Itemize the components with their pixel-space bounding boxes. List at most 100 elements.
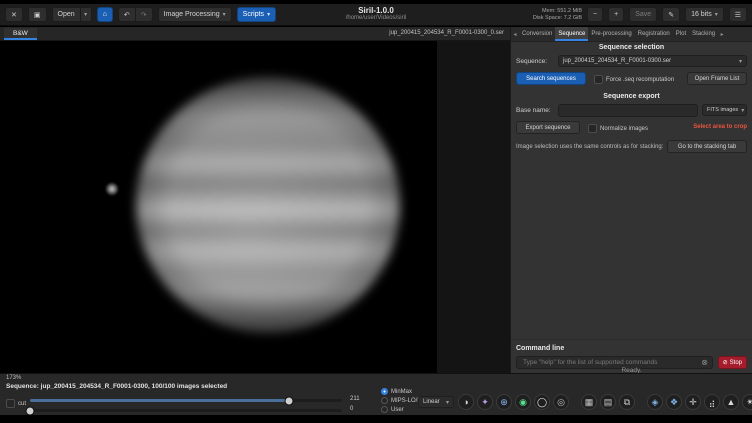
open-menu-button[interactable]: ▾ xyxy=(81,7,92,22)
table-icon[interactable]: ▤ xyxy=(600,394,616,410)
zoom-out-icon: − xyxy=(593,11,597,18)
chevron-down-icon: ▾ xyxy=(84,11,87,18)
redo-icon: ↷ xyxy=(141,11,147,19)
crop-hint-text: Select area to crop xyxy=(693,124,747,130)
export-format-dropdown[interactable]: FITS images ▾ xyxy=(702,104,747,116)
tab-registration[interactable]: Registration xyxy=(635,27,673,41)
snapshot-icon[interactable]: ◎ xyxy=(553,394,569,410)
zoom-out-button[interactable]: − xyxy=(587,7,603,22)
quick-tools-toolbar: ◑ ✦ ⊕ ◉ ◯ ◎ xyxy=(458,394,752,410)
open-frame-list-button[interactable]: Open Frame List xyxy=(687,72,747,85)
display-mode-user[interactable]: User xyxy=(381,406,423,413)
contrast-icon[interactable]: ◑ xyxy=(458,394,474,410)
window-mode-button[interactable]: ▣ xyxy=(28,7,47,22)
undo-icon: ↶ xyxy=(124,11,130,19)
home-icon: ⌂ xyxy=(103,11,107,18)
chevron-down-icon: ▾ xyxy=(443,399,449,406)
command-line-header: Command line xyxy=(516,345,752,352)
image-viewport[interactable] xyxy=(0,41,510,373)
record-icon[interactable]: ◉ xyxy=(515,394,531,410)
zoom-in-button[interactable]: + xyxy=(608,7,624,22)
display-mode-minmax[interactable]: MinMax xyxy=(381,388,423,395)
home-button[interactable]: ⌂ xyxy=(97,7,113,22)
chevron-down-icon: ▾ xyxy=(715,11,718,18)
clear-icon[interactable]: ⊗ xyxy=(701,358,708,367)
base-name-entry[interactable] xyxy=(558,104,698,117)
jupiter-image xyxy=(136,77,400,333)
moon-spot xyxy=(106,183,118,195)
display-mode-group: MinMax MIPS-LO/HI User xyxy=(381,388,423,413)
redo-button[interactable]: ↷ xyxy=(136,7,153,22)
mountain-icon[interactable]: ▲ xyxy=(723,394,739,410)
save-as-icon: ✎ xyxy=(668,11,674,19)
lo-threshold-slider[interactable] xyxy=(30,409,342,412)
radio-icon xyxy=(381,406,388,413)
layers-icon[interactable]: ❖ xyxy=(666,394,682,410)
checkbox-icon xyxy=(588,124,597,133)
aperture-icon[interactable]: ✴ xyxy=(742,394,752,410)
base-name-input[interactable] xyxy=(563,106,693,115)
sequence-export-header: Sequence export xyxy=(511,93,752,100)
menu-button[interactable]: ☰ xyxy=(729,7,747,22)
circle-icon[interactable]: ◯ xyxy=(534,394,550,410)
tab-conversion[interactable]: Conversion xyxy=(519,27,555,41)
zoom-level: 173% xyxy=(6,375,21,381)
radio-icon xyxy=(381,388,388,395)
checkbox-icon xyxy=(6,399,15,408)
save-as-button[interactable]: ✎ xyxy=(662,7,680,22)
sequence-label: Sequence: xyxy=(516,58,547,65)
search-sequences-button[interactable]: Search sequences xyxy=(516,72,586,85)
sequence-selection-header: Sequence selection xyxy=(511,44,752,51)
app-title: Siril-1.0.0 xyxy=(346,6,407,15)
tab-stacking[interactable]: Stacking xyxy=(689,27,718,41)
siril-window: ✕ ▣ Open ▾ ⌂ ↶ ↷ Image Processing ▾ Scri… xyxy=(0,0,752,423)
save-button[interactable]: Save xyxy=(629,7,657,22)
image-tabbar: B&W jup_200415_204534_R_F0001-0300_0.ser xyxy=(0,27,510,41)
grid-icon[interactable]: ▦ xyxy=(581,394,597,410)
working-directory: /home/user/Videos/siril xyxy=(346,15,407,22)
sequence-dropdown[interactable]: jup_200415_204534_R_F0001-0300.ser ▾ xyxy=(558,55,747,67)
command-line-section: Command line ⊗ ⊘ Stop Ready. xyxy=(511,339,752,373)
scripts-button[interactable]: Scripts ▾ xyxy=(237,7,276,22)
tab-scroll-left-icon[interactable]: ◂ xyxy=(511,27,519,41)
tab-plot[interactable]: Plot xyxy=(673,27,689,41)
window-icon: ▣ xyxy=(34,11,41,19)
chevron-down-icon: ▾ xyxy=(267,11,270,18)
frames-icon[interactable]: ⧉ xyxy=(619,394,635,410)
image-canvas[interactable] xyxy=(0,41,437,373)
control-tabs: ◂ Conversion Sequence Pre-processing Reg… xyxy=(511,27,752,42)
tab-bw-channel[interactable]: B&W xyxy=(4,28,37,40)
open-button[interactable]: Open xyxy=(52,7,81,22)
chevron-down-icon: ▾ xyxy=(738,107,744,114)
export-sequence-button[interactable]: Export sequence xyxy=(516,121,580,134)
undo-button[interactable]: ↶ xyxy=(118,7,136,22)
memory-usage: Mem: 551.2 MiB xyxy=(533,8,582,15)
tab-sequence[interactable]: Sequence xyxy=(555,27,588,41)
histogram-icon[interactable]: ⣴ xyxy=(704,394,720,410)
globe-icon[interactable]: ⊕ xyxy=(496,394,512,410)
close-icon: ✕ xyxy=(11,11,17,19)
display-mode-mips-lo-hi[interactable]: MIPS-LO/HI xyxy=(381,397,423,404)
cut-checkbox[interactable]: cut xyxy=(6,399,26,408)
close-button[interactable]: ✕ xyxy=(5,7,23,22)
tab-scroll-right-icon[interactable]: ▸ xyxy=(718,27,726,41)
star-icon[interactable]: ✦ xyxy=(477,394,493,410)
tab-pre-processing[interactable]: Pre-processing xyxy=(588,27,634,41)
bit-depth-dropdown[interactable]: 16 bits ▾ xyxy=(685,7,724,22)
hi-threshold-slider[interactable] xyxy=(30,399,342,402)
go-to-stacking-button[interactable]: Go to the stacking tab xyxy=(667,140,747,153)
command-input[interactable] xyxy=(521,358,698,367)
force-seq-recompute-checkbox[interactable]: Force .seq recomputation xyxy=(594,75,674,84)
lo-slider-knob[interactable] xyxy=(26,406,35,415)
window-title: Siril-1.0.0 /home/user/Videos/siril xyxy=(346,6,407,22)
hi-slider-knob[interactable] xyxy=(284,396,293,405)
crosshair-icon[interactable]: ✛ xyxy=(685,394,701,410)
bottom-bar: 173% Sequence: jup_200415_204534_R_F0001… xyxy=(0,373,752,415)
scale-mode-dropdown[interactable]: Linear ▾ xyxy=(418,396,454,408)
lo-value: 0 xyxy=(350,406,353,412)
diamond-icon[interactable]: ◈ xyxy=(647,394,663,410)
stop-icon: ⊘ xyxy=(723,359,728,366)
radio-icon xyxy=(381,397,388,404)
image-processing-button[interactable]: Image Processing ▾ xyxy=(158,7,232,22)
normalize-images-checkbox[interactable]: Normalize images xyxy=(588,124,648,133)
